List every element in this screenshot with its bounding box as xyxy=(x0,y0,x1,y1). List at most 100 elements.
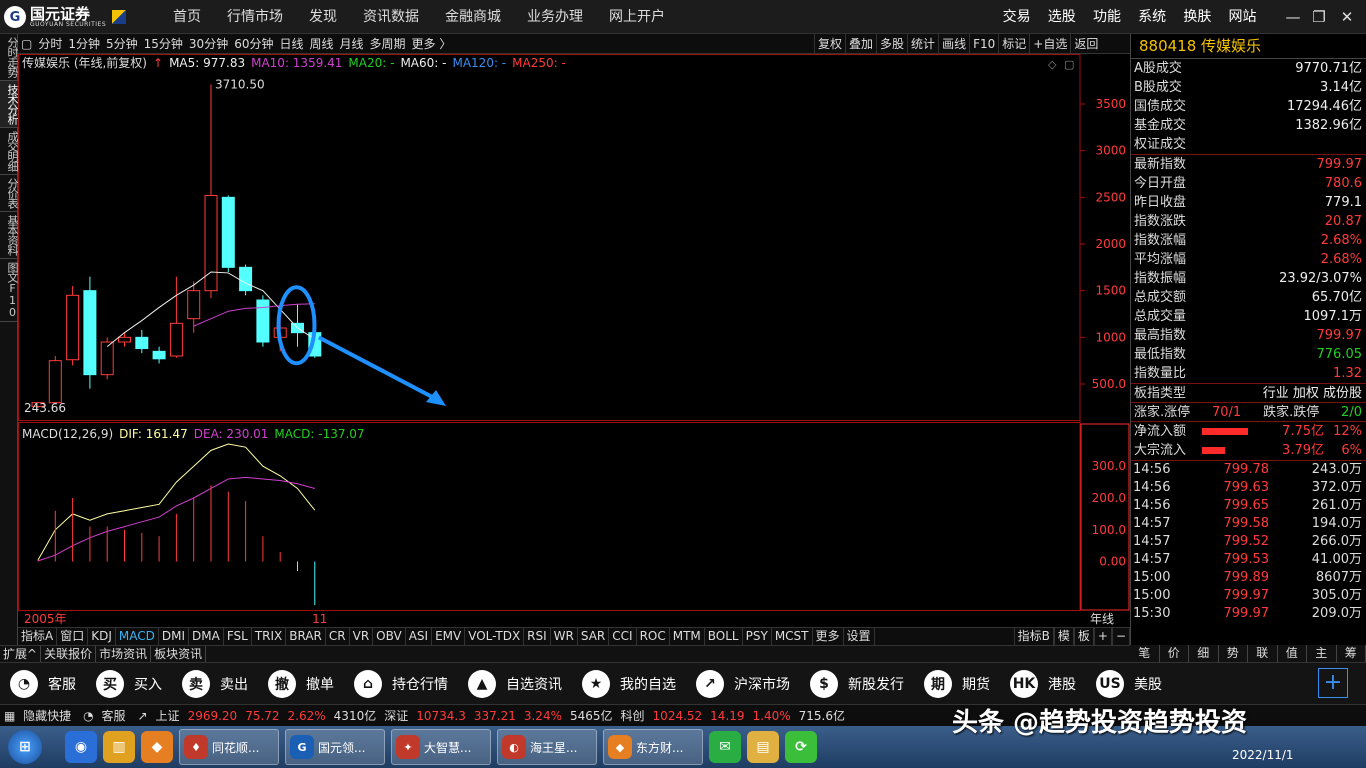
panel-tab[interactable]: 势 xyxy=(1219,645,1248,662)
indicator-tab[interactable]: CR xyxy=(326,628,350,645)
period-item[interactable]: 日线 xyxy=(276,34,306,53)
left-tab[interactable]: 图文F10 xyxy=(0,259,19,322)
indicator-tab[interactable]: TRIX xyxy=(252,628,287,645)
hide-shortcut-button[interactable]: ▦ 隐藏快捷 xyxy=(0,707,79,724)
main-nav-item[interactable]: 资讯数据 xyxy=(350,0,432,34)
toolbar-item[interactable]: 返回 xyxy=(1070,34,1101,54)
period-item[interactable]: 1分钟 xyxy=(65,34,103,53)
maximize-icon[interactable]: ❐ xyxy=(1308,6,1330,28)
indicator-tab[interactable]: DMA xyxy=(189,628,224,645)
left-tab[interactable]: 技术分析 xyxy=(0,81,19,128)
kline-chart[interactable]: 300.0 200.0 100.0 0.00 MACD(12,26,9) DIF: 161… xyxy=(18,54,1130,627)
indicator-tab[interactable]: EMV xyxy=(432,628,466,645)
right-nav-item[interactable]: 网站 xyxy=(1220,0,1265,34)
indicator-tab[interactable]: ROC xyxy=(637,628,670,645)
toolbar-item[interactable]: 标记 xyxy=(998,34,1029,54)
buy-button[interactable]: 买买入 xyxy=(86,663,172,705)
left-tab[interactable]: 基本资料 xyxy=(0,212,19,259)
taskbar-app[interactable]: ⟳ xyxy=(785,729,817,765)
right-nav-item[interactable]: 交易 xyxy=(994,0,1039,34)
left-tab[interactable]: 分时走势 xyxy=(0,34,19,81)
toolbar-item[interactable]: F10 xyxy=(969,34,998,54)
panel-tab[interactable]: 值 xyxy=(1278,645,1307,662)
taskbar-window[interactable]: ◐ 海王星... xyxy=(497,729,597,765)
market-button[interactable]: ↗ 沪深市场 xyxy=(686,663,800,705)
toolbar-item[interactable]: 多股 xyxy=(876,34,907,54)
indicator-right-item[interactable]: 板 xyxy=(1073,628,1094,645)
taskbar-pinned-1[interactable]: ◉ xyxy=(65,729,97,765)
positions-button[interactable]: ⌂ 持仓行情 xyxy=(344,663,458,705)
main-nav-item[interactable]: 网上开户 xyxy=(596,0,678,34)
taskbar-pinned-3[interactable]: ◆ xyxy=(141,729,173,765)
right-nav-item[interactable]: 换肤 xyxy=(1175,0,1220,34)
sell-button[interactable]: 卖卖出 xyxy=(172,663,258,705)
indicator-tab[interactable]: VOL-TDX xyxy=(465,628,525,645)
extension-tab[interactable]: 扩展^ xyxy=(0,646,42,662)
indicator-tab[interactable]: BRAR xyxy=(286,628,326,645)
right-nav-item[interactable]: 系统 xyxy=(1130,0,1175,34)
watchlist-news-button[interactable]: ▲ 自选资讯 xyxy=(458,663,572,705)
indicator-tab[interactable]: RSI xyxy=(524,628,551,645)
right-nav-item[interactable]: 选股 xyxy=(1039,0,1084,34)
panel-tab[interactable]: 主 xyxy=(1307,645,1337,662)
period-item[interactable]: 30分钟 xyxy=(186,34,231,53)
indicator-tab[interactable]: MACD xyxy=(116,628,159,645)
indicator-right-item[interactable]: + xyxy=(1093,628,1112,645)
indicator-tab[interactable]: VR xyxy=(350,628,374,645)
period-item[interactable]: 多周期 xyxy=(367,34,409,53)
panel-tab[interactable]: 价 xyxy=(1160,645,1189,662)
add-quick-icon[interactable]: + xyxy=(1318,668,1348,698)
indicator-right-item[interactable]: − xyxy=(1111,628,1130,645)
taskbar-pinned-2[interactable]: ▥ xyxy=(103,729,135,765)
taskbar-window[interactable]: G 国元领... xyxy=(285,729,385,765)
left-tab[interactable]: 成交明细 xyxy=(0,128,19,175)
toolbar-item[interactable]: 画线 xyxy=(938,34,969,54)
toolbar-item[interactable]: 统计 xyxy=(907,34,938,54)
indicator-tab[interactable]: MCST xyxy=(772,628,813,645)
indicator-tab[interactable]: SAR xyxy=(578,628,610,645)
minimize-icon[interactable]: — xyxy=(1282,6,1304,28)
main-nav-item[interactable]: 行情市场 xyxy=(214,0,296,34)
my-watchlist-button[interactable]: ★ 我的自选 xyxy=(572,663,686,705)
customer-service-button[interactable]: ◔ 客服 xyxy=(0,663,86,705)
tick-list[interactable]: 14:56 799.78 243.0万 14:56 799.63 372.0万 14:56 7… xyxy=(1131,461,1366,623)
indicator-tab[interactable]: 指标A xyxy=(18,628,58,645)
indicator-tab[interactable]: ASI xyxy=(406,628,433,645)
taskbar-wechat[interactable]: ✉ xyxy=(709,729,741,765)
indicator-right-item[interactable]: 模 xyxy=(1053,628,1074,645)
layout-icon[interactable]: ▢ xyxy=(18,34,35,53)
period-item[interactable]: 周线 xyxy=(307,34,337,53)
close-icon[interactable]: ✕ xyxy=(1336,6,1358,28)
toolbar-item[interactable]: 复权 xyxy=(814,34,845,54)
us-stocks-button[interactable]: US 美股 xyxy=(1086,663,1172,705)
period-item[interactable]: 月线 xyxy=(337,34,367,53)
panel-tab[interactable]: 联 xyxy=(1248,645,1278,662)
toolbar-item[interactable]: +自选 xyxy=(1029,34,1070,54)
main-nav-item[interactable]: 发现 xyxy=(296,0,350,34)
indicator-tab[interactable]: KDJ xyxy=(88,628,116,645)
extension-tab[interactable]: 市场资讯 xyxy=(96,646,152,662)
cancel-order-button[interactable]: 撤撤单 xyxy=(258,663,344,705)
indicator-tab[interactable]: DMI xyxy=(159,628,190,645)
indicator-tab[interactable]: MTM xyxy=(670,628,705,645)
toolbar-item[interactable]: 叠加 xyxy=(845,34,876,54)
extension-tab[interactable]: 关联报价 xyxy=(41,646,97,662)
indicator-tab[interactable]: CCI xyxy=(609,628,637,645)
indicator-tab[interactable]: FSL xyxy=(224,628,252,645)
taskbar-window[interactable]: ◆ 东方财... xyxy=(603,729,703,765)
indicator-tab[interactable]: 窗口 xyxy=(57,628,89,645)
futures-button[interactable]: 期期货 xyxy=(914,663,1000,705)
start-button[interactable]: ⊞ xyxy=(8,729,42,765)
indicator-tab[interactable]: OBV xyxy=(373,628,406,645)
indicator-tab[interactable]: BOLL xyxy=(705,628,743,645)
period-item[interactable]: 15分钟 xyxy=(141,34,186,53)
indicator-right-item[interactable]: 指标B xyxy=(1013,628,1054,645)
main-nav-item[interactable]: 首页 xyxy=(160,0,214,34)
taskbar-explorer[interactable]: ▤ xyxy=(747,729,779,765)
indicator-tab[interactable]: 设置 xyxy=(844,628,875,645)
extension-tab[interactable]: 板块资讯 xyxy=(151,646,207,662)
period-item[interactable]: 分时 xyxy=(35,34,65,53)
hk-stocks-button[interactable]: HK 港股 xyxy=(1000,663,1086,705)
taskbar-window[interactable]: ✦ 大智慧... xyxy=(391,729,491,765)
taskbar-window[interactable]: ♦ 同花顺... xyxy=(179,729,279,765)
